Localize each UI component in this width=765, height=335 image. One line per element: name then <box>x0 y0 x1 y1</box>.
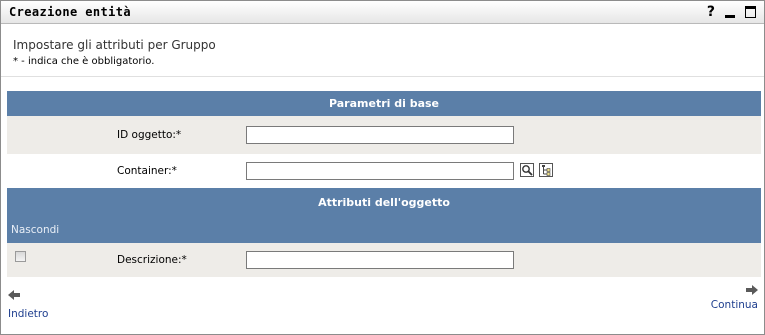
page-header: Impostare gli attributi per Gruppo * - i… <box>1 24 764 76</box>
required-note: * - indica che è obbligatorio. <box>13 56 155 67</box>
container-input[interactable] <box>246 162 514 180</box>
description-label: Descrizione:* <box>117 254 187 266</box>
basic-section-header: Parametri di base <box>7 91 761 116</box>
continue-link[interactable]: Continua <box>711 299 758 311</box>
help-icon[interactable]: ? <box>707 4 715 20</box>
minimize-icon[interactable] <box>725 14 735 18</box>
object-id-label: ID oggetto:* <box>117 129 182 141</box>
divider <box>1 76 764 77</box>
back-nav[interactable]: Indietro <box>8 285 48 320</box>
window-controls: ? <box>707 4 756 20</box>
container-label: Container:* <box>117 165 177 177</box>
title-bar: Creazione entità ? <box>1 1 764 24</box>
arrow-right-icon[interactable] <box>746 285 758 295</box>
arrow-left-icon[interactable] <box>8 290 20 300</box>
description-input[interactable] <box>246 251 514 269</box>
search-icon[interactable] <box>520 163 534 177</box>
window-title: Creazione entità <box>9 5 131 19</box>
entity-creation-window: Creazione entità ? Impostare gli attribu… <box>0 0 765 335</box>
attributes-section-title: Attributi dell'oggetto <box>318 196 450 209</box>
attributes-section-header: Attributi dell'oggetto Nascondi <box>7 188 761 243</box>
continue-nav[interactable]: Continua <box>711 285 758 311</box>
description-row: Descrizione:* <box>7 243 761 277</box>
hide-column-label: Nascondi <box>11 224 60 236</box>
hide-description-checkbox[interactable] <box>15 251 26 262</box>
object-id-row: ID oggetto:* <box>7 116 761 154</box>
page-subtitle: Impostare gli attributi per Gruppo <box>13 38 216 52</box>
maximize-icon[interactable] <box>745 6 756 18</box>
container-row: Container:* <box>7 154 761 188</box>
object-id-input[interactable] <box>246 126 514 144</box>
back-link[interactable]: Indietro <box>8 308 48 320</box>
browse-tree-icon[interactable] <box>539 163 553 177</box>
